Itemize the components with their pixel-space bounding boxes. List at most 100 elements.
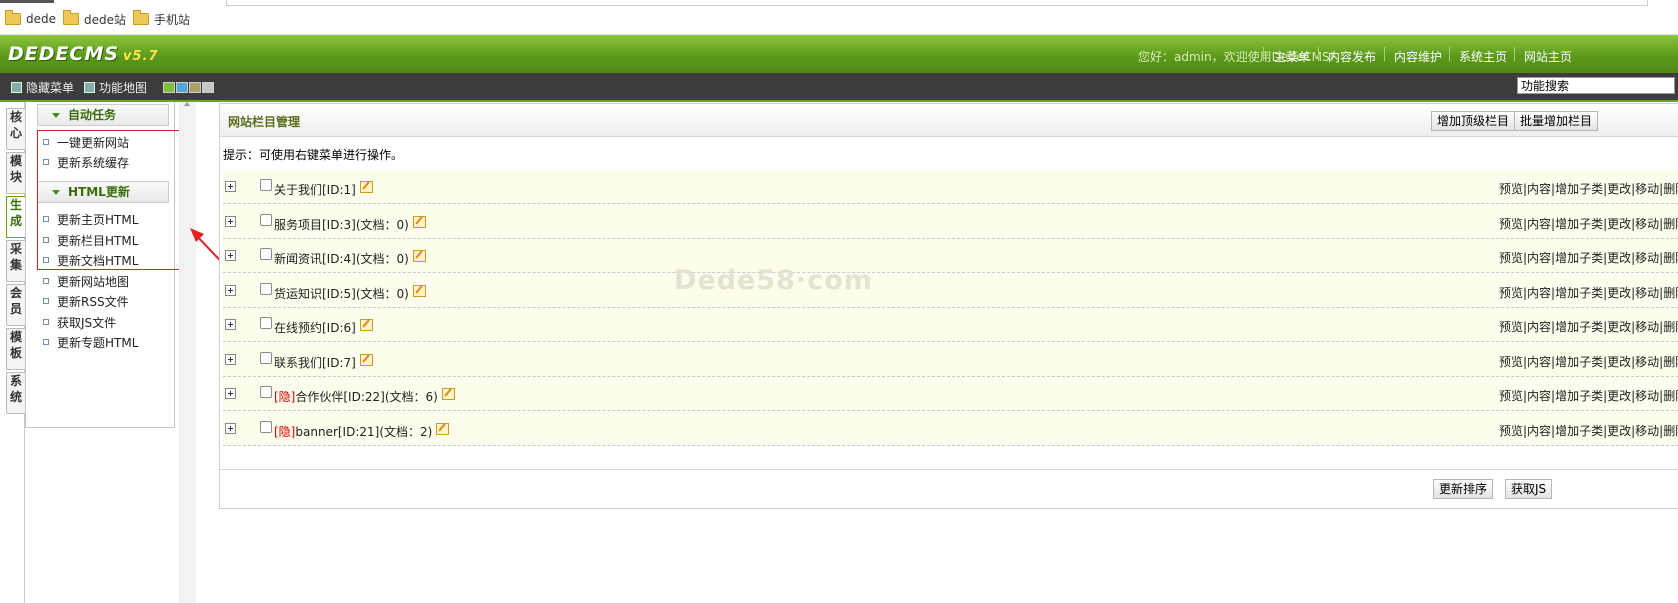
row-checkbox[interactable] bbox=[260, 214, 272, 226]
skin-brown-swatch[interactable] bbox=[189, 82, 201, 93]
menu-item-label: 更新RSS文件 bbox=[57, 294, 129, 309]
expand-icon[interactable] bbox=[225, 354, 236, 365]
nav-site-home[interactable]: 网站主页 bbox=[1524, 48, 1572, 65]
bookmark-mobile-site[interactable]: 手机站 bbox=[133, 10, 191, 27]
row-actions[interactable]: 预览|内容|增加子类|更改|移动|删除 bbox=[1499, 249, 1678, 266]
row-checkbox[interactable] bbox=[260, 421, 272, 433]
tab-modules[interactable]: 模块 bbox=[6, 152, 25, 194]
highlight-box bbox=[37, 130, 189, 270]
edit-icon[interactable] bbox=[412, 216, 426, 228]
header: DEDECMS v5.7 您好：admin，欢迎使用DedeCMS! 主菜单 内容… bbox=[0, 35, 1678, 73]
nav-main-menu[interactable]: 主菜单 bbox=[1274, 48, 1310, 65]
column-name[interactable]: 关于我们[ID:1] bbox=[274, 181, 373, 198]
expand-icon[interactable] bbox=[225, 319, 236, 330]
tab-collect[interactable]: 采集 bbox=[6, 240, 25, 282]
skin-blue-swatch[interactable] bbox=[176, 82, 188, 93]
bookmark-label: dede bbox=[26, 12, 56, 26]
expand-icon[interactable] bbox=[225, 423, 236, 434]
row-actions[interactable]: 预览|内容|增加子类|更改|移动|删除 bbox=[1499, 180, 1678, 197]
get-js-button[interactable]: 获取JS bbox=[1505, 479, 1553, 499]
tab-label: 模板 bbox=[9, 330, 22, 360]
expand-icon[interactable] bbox=[225, 181, 236, 192]
bookmark-label: 手机站 bbox=[154, 12, 191, 27]
edit-icon[interactable] bbox=[359, 354, 373, 366]
menu-item-get-js[interactable]: 获取JS文件 bbox=[43, 314, 116, 330]
skin-green-swatch[interactable] bbox=[163, 82, 175, 93]
logo: DEDECMS v5.7 bbox=[8, 43, 159, 65]
edit-icon[interactable] bbox=[412, 285, 426, 297]
function-search-input[interactable]: 功能搜索 bbox=[1517, 77, 1675, 94]
tab-label: 会员 bbox=[9, 286, 22, 316]
menu-item-label: 更新专题HTML bbox=[57, 335, 139, 350]
update-order-button[interactable]: 更新排序 bbox=[1433, 479, 1494, 499]
row-checkbox[interactable] bbox=[260, 317, 272, 329]
hide-menu-button[interactable]: 隐藏菜单 bbox=[11, 79, 74, 96]
edit-icon[interactable] bbox=[436, 423, 450, 435]
nav-system-home[interactable]: 系统主页 bbox=[1459, 48, 1507, 65]
hidden-flag: [隐] bbox=[274, 390, 296, 404]
watermark: Dede58·com bbox=[674, 265, 873, 296]
tab-core[interactable]: 核心 bbox=[6, 108, 25, 150]
logo-version: v5.7 bbox=[123, 49, 159, 64]
menu-group-auto-tasks[interactable]: 自动任务 bbox=[37, 104, 169, 126]
expand-icon[interactable] bbox=[225, 285, 236, 296]
tab-templates[interactable]: 模板 bbox=[6, 328, 25, 370]
column-name[interactable]: 联系我们[ID:7] bbox=[274, 354, 373, 371]
row-checkbox[interactable] bbox=[260, 248, 272, 260]
row-checkbox[interactable] bbox=[260, 386, 272, 398]
folder-icon bbox=[133, 10, 149, 25]
tab-label: 系统 bbox=[9, 374, 22, 404]
tab-system[interactable]: 系统 bbox=[6, 372, 25, 414]
row-actions[interactable]: 预览|内容|增加子类|更改|移动|删除 bbox=[1499, 422, 1678, 439]
menu-item-update-rss[interactable]: 更新RSS文件 bbox=[43, 293, 129, 309]
edit-icon[interactable] bbox=[412, 250, 426, 262]
row-checkbox[interactable] bbox=[260, 283, 272, 295]
menu-item-update-topics[interactable]: 更新专题HTML bbox=[43, 334, 138, 350]
column-name[interactable]: 在线预约[ID:6] bbox=[274, 319, 373, 336]
add-top-column-button[interactable]: 增加顶级栏目 bbox=[1431, 111, 1516, 131]
collapse-arrow-icon[interactable] bbox=[184, 102, 190, 106]
expand-icon[interactable] bbox=[225, 388, 236, 399]
menu-item-update-sitemap[interactable]: 更新网站地图 bbox=[43, 273, 129, 289]
column-name[interactable]: [隐]banner[ID:21](文档：2) bbox=[274, 423, 450, 440]
column-name-label: 在线预约[ID:6] bbox=[274, 321, 356, 335]
row-checkbox[interactable] bbox=[260, 352, 272, 364]
column-name[interactable]: 服务项目[ID:3](文档：0) bbox=[274, 216, 426, 233]
bookmark-dede-site[interactable]: dede站 bbox=[63, 10, 126, 27]
address-bar-edge bbox=[226, 0, 1648, 6]
row-actions[interactable]: 预览|内容|增加子类|更改|移动|删除 bbox=[1499, 353, 1678, 370]
site-map-button[interactable]: 功能地图 bbox=[84, 79, 147, 96]
menu-splitter[interactable] bbox=[179, 102, 196, 603]
nav-publish[interactable]: 内容发布 bbox=[1328, 48, 1376, 65]
table-row: 货运知识[ID:5](文档：0) 预览|内容|增加子类|更改|移动|删除 bbox=[223, 274, 1678, 308]
batch-add-column-button[interactable]: 批量增加栏目 bbox=[1514, 111, 1599, 131]
row-actions[interactable]: 预览|内容|增加子类|更改|移动|删除 bbox=[1499, 318, 1678, 335]
edit-icon[interactable] bbox=[359, 181, 373, 193]
bullet-icon bbox=[43, 339, 49, 345]
bullet-icon bbox=[43, 298, 49, 304]
column-name-label: 联系我们[ID:7] bbox=[274, 356, 356, 370]
edit-icon[interactable] bbox=[441, 388, 455, 400]
expand-icon[interactable] bbox=[225, 250, 236, 261]
tab-members[interactable]: 会员 bbox=[6, 284, 25, 326]
row-checkbox[interactable] bbox=[260, 179, 272, 191]
column-name-label: 货运知识[ID:5](文档：0) bbox=[274, 287, 409, 301]
column-name[interactable]: [隐]合作伙伴[ID:22](文档：6) bbox=[274, 388, 455, 405]
expand-icon[interactable] bbox=[225, 216, 236, 227]
bookmark-dede[interactable]: dede bbox=[5, 10, 56, 27]
row-actions[interactable]: 预览|内容|增加子类|更改|移动|删除 bbox=[1499, 284, 1678, 301]
nav-divider bbox=[1318, 47, 1319, 61]
site-map-label: 功能地图 bbox=[99, 81, 148, 95]
menu-icon bbox=[11, 82, 22, 93]
column-name[interactable]: 新闻资讯[ID:4](文档：0) bbox=[274, 250, 426, 267]
row-actions[interactable]: 预览|内容|增加子类|更改|移动|删除 bbox=[1499, 215, 1678, 232]
skin-gray-swatch[interactable] bbox=[202, 82, 214, 93]
menu-item-label: 更新网站地图 bbox=[57, 274, 130, 289]
edit-icon[interactable] bbox=[359, 319, 373, 331]
column-name[interactable]: 货运知识[ID:5](文档：0) bbox=[274, 285, 426, 302]
tab-generate[interactable]: 生成 bbox=[6, 196, 25, 238]
nav-divider bbox=[1263, 47, 1264, 61]
nav-maintain[interactable]: 内容维护 bbox=[1394, 48, 1442, 65]
row-actions[interactable]: 预览|内容|增加子类|更改|移动|删除 bbox=[1499, 387, 1678, 404]
tab-label: 核心 bbox=[9, 110, 22, 140]
